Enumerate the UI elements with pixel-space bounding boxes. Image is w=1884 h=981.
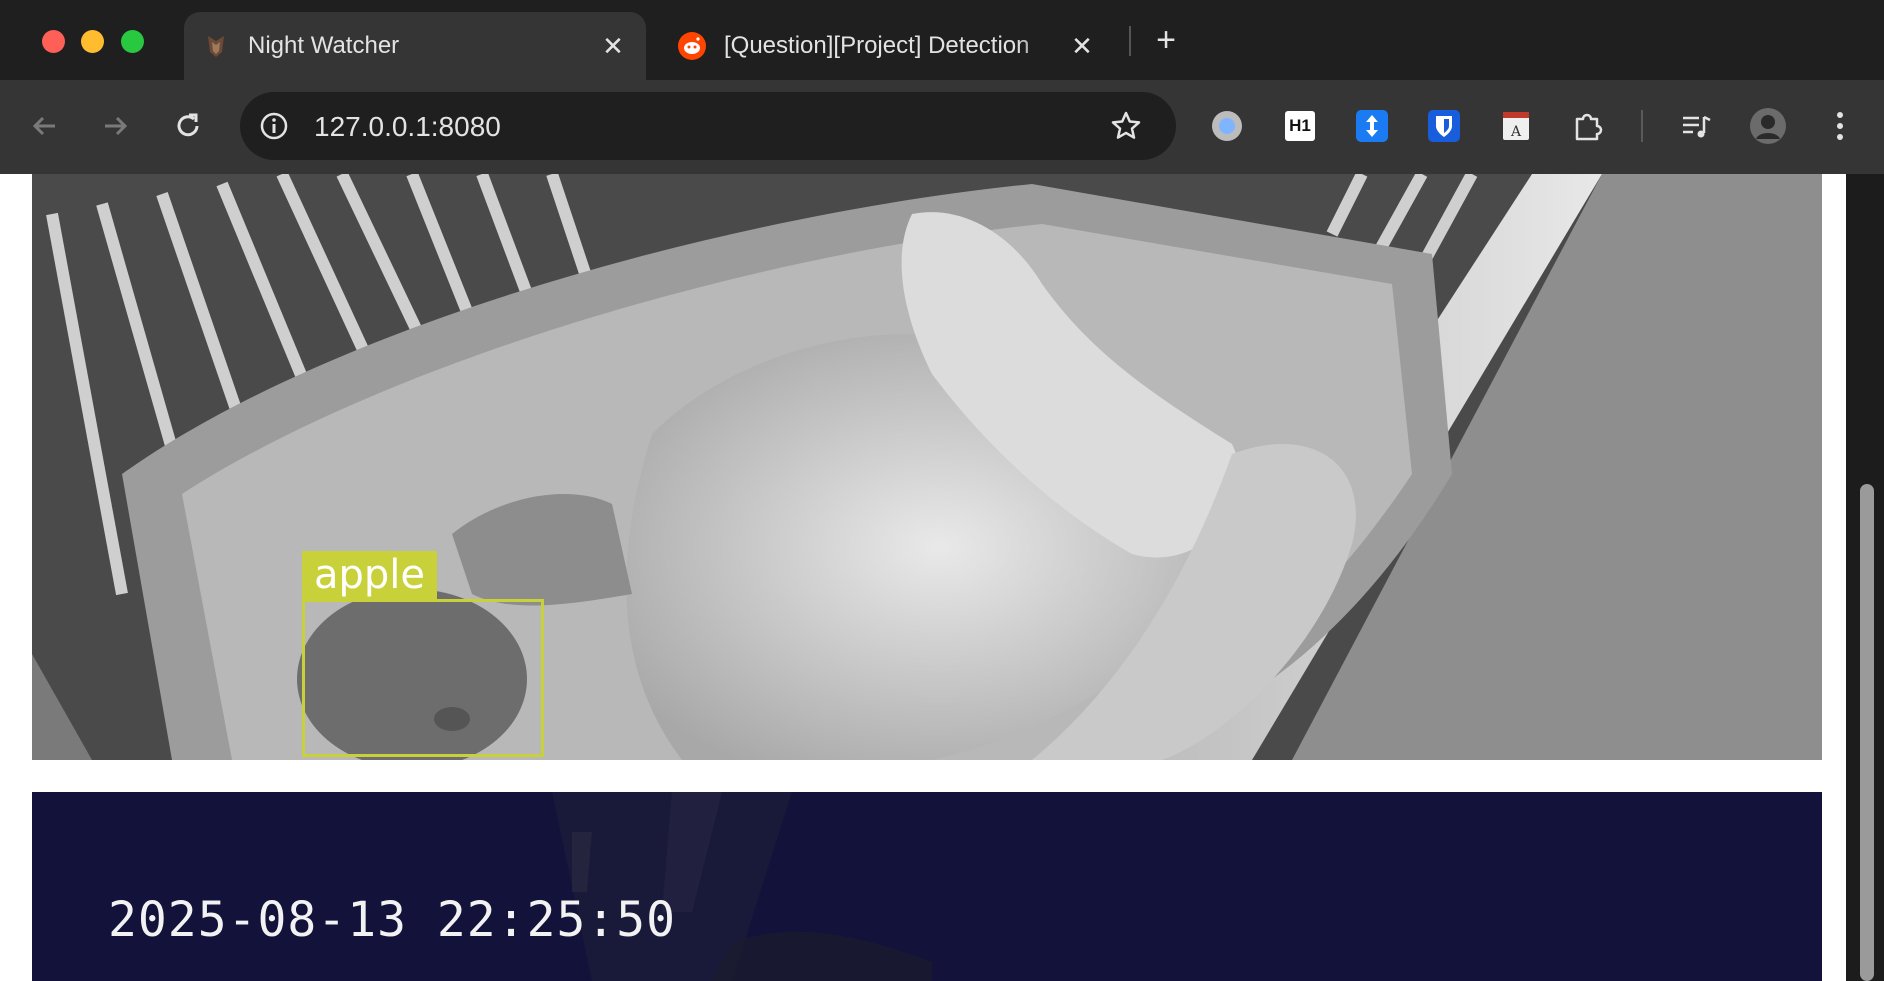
bookmark-star-icon[interactable] — [1110, 110, 1142, 142]
svg-text:A: A — [1510, 124, 1522, 140]
crib-scene-image — [32, 174, 1822, 760]
detection-bounding-box — [302, 599, 544, 757]
toolbar-separator — [1641, 110, 1643, 142]
reload-icon — [177, 113, 199, 137]
tab-separator — [1129, 26, 1131, 56]
scrollbar-thumb[interactable] — [1860, 484, 1874, 981]
more-menu-icon[interactable] — [1818, 104, 1862, 148]
page-viewport: apple 2025-08-13 22:25:50 — [0, 174, 1884, 981]
tab-title: Night Watcher — [248, 32, 400, 59]
back-arrow-icon — [32, 116, 55, 136]
window-minimize-button[interactable] — [81, 30, 104, 53]
window-close-button[interactable] — [42, 30, 65, 53]
profile-avatar-icon[interactable] — [1746, 104, 1790, 148]
detection-label: apple — [302, 551, 438, 599]
bitwarden-shield-icon[interactable] — [1422, 104, 1466, 148]
close-tab-icon[interactable]: ✕ — [1067, 31, 1097, 61]
scrollbar-track[interactable] — [1846, 174, 1884, 981]
camera-timestamp: 2025-08-13 22:25:50 — [108, 892, 677, 948]
browser-toolbar: 127.0.0.1:8080 H1 A — [0, 80, 1884, 174]
tab-reddit-question[interactable]: [Question][Project] Detection ✕ — [660, 12, 1115, 80]
forward-arrow-icon — [105, 116, 128, 136]
tab-title: [Question][Project] Detection — [724, 32, 1030, 59]
reload-button[interactable] — [166, 104, 210, 148]
arrows-extension-icon[interactable] — [1350, 104, 1394, 148]
close-tab-icon[interactable]: ✕ — [598, 31, 628, 61]
puzzle-extensions-icon[interactable] — [1566, 104, 1610, 148]
owl-favicon-icon — [208, 36, 224, 57]
url-text[interactable]: 127.0.0.1:8080 — [314, 111, 501, 143]
media-controls-icon[interactable] — [1674, 104, 1718, 148]
tab-strip: Night Watcher ✕ [Question][Project] Dete… — [0, 0, 1884, 80]
camera-feed-1: apple — [32, 174, 1822, 760]
camera-feed-2: 2025-08-13 22:25:50 — [32, 792, 1822, 981]
night-scene-image — [32, 792, 1822, 981]
address-bar[interactable]: 127.0.0.1:8080 — [240, 92, 1176, 160]
dictionary-extension-icon[interactable]: A — [1494, 104, 1538, 148]
forward-button[interactable] — [94, 104, 138, 148]
window-zoom-button[interactable] — [121, 30, 144, 53]
site-info-icon[interactable] — [259, 111, 289, 141]
h1-badge: H1 — [1285, 111, 1315, 141]
circle-extension-icon[interactable] — [1205, 104, 1249, 148]
h1-extension-icon[interactable]: H1 — [1278, 104, 1322, 148]
tab-night-watcher[interactable]: Night Watcher ✕ — [184, 12, 646, 80]
back-button[interactable] — [22, 104, 66, 148]
new-tab-button[interactable]: + — [1148, 22, 1184, 58]
reddit-favicon-icon — [678, 32, 706, 60]
